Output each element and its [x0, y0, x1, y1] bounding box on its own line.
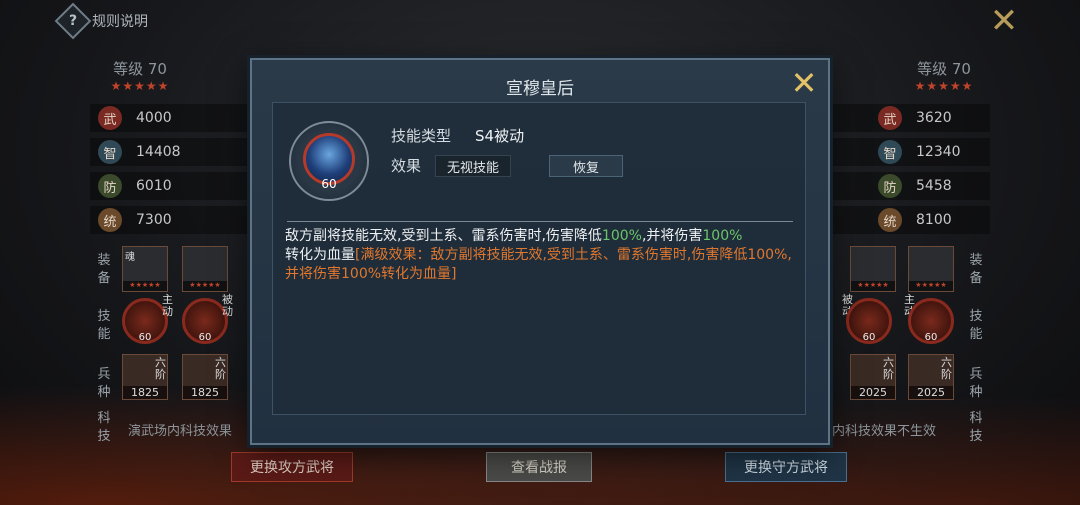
restore-chip[interactable]: 恢复: [549, 155, 623, 177]
modal-body: 60 技能类型 S4被动 效果 无视技能 恢复 敌方副将技能无效,受到土系、雷系…: [272, 102, 806, 415]
left-stat-intellect: 智 14408: [90, 138, 250, 166]
right-troop-label: 兵种: [969, 367, 983, 400]
right-stat-force: 武 3620: [830, 104, 990, 132]
right-stars: ★★★★★: [914, 79, 974, 93]
left-stars: ★★★★★: [110, 79, 170, 93]
skill-type-label: 技能类型: [391, 127, 452, 145]
modal-close-icon[interactable]: ✕: [788, 67, 820, 100]
right-skill-passive[interactable]: 60: [846, 298, 892, 344]
rules-help-link[interactable]: ? 规则说明: [54, 2, 148, 40]
right-equip-slot[interactable]: ★★★★★: [850, 246, 896, 292]
right-troop-slot[interactable]: 六阶 2025: [850, 354, 896, 400]
skill-type-value: S4被动: [475, 127, 525, 145]
left-stat-defense: 防 6010: [90, 172, 250, 200]
rules-help-label: 规则说明: [92, 14, 148, 30]
right-stat-defense: 防 5458: [830, 172, 990, 200]
left-troop-label: 兵种: [97, 367, 111, 400]
right-footnote: 内科技效果不生效: [832, 424, 937, 439]
change-defender-button[interactable]: 更换守方武将: [725, 452, 847, 482]
right-tech-label: 科技: [969, 411, 983, 444]
left-equip-slot[interactable]: ★★★★★: [182, 246, 228, 292]
right-equip-label: 装备: [969, 253, 983, 286]
close-icon[interactable]: ✕: [988, 4, 1020, 38]
effect-label: 效果: [391, 157, 422, 175]
right-skill-label: 技能: [969, 309, 983, 342]
right-level: 等级 70 ★★★★★: [896, 58, 992, 93]
divider: [287, 221, 793, 222]
left-equip-slot[interactable]: 魂 ★★★★★: [122, 246, 168, 292]
left-stat-command: 统 7300: [90, 206, 250, 234]
left-footnote: 演武场内科技效果: [128, 424, 233, 439]
right-skill-active[interactable]: 60: [908, 298, 954, 344]
skill-description: 敌方副将技能无效,受到土系、雷系伤害时,伤害降低100%,并将伤害100% 转化…: [285, 228, 792, 282]
left-troop-slot[interactable]: 六阶 1825: [122, 354, 168, 400]
right-troop-slot[interactable]: 六阶 2025: [908, 354, 954, 400]
question-icon: ?: [54, 2, 92, 40]
right-equip-slot[interactable]: ★★★★★: [908, 246, 954, 292]
change-attacker-button[interactable]: 更换攻方武将: [231, 452, 353, 482]
left-skill-tag: 被动: [222, 293, 233, 318]
skill-portrait-ring: 60: [289, 121, 369, 201]
left-stat-force: 武 4000: [90, 104, 250, 132]
left-tech-label: 科技: [97, 411, 111, 444]
left-troop-slot[interactable]: 六阶 1825: [182, 354, 228, 400]
effect-chip: 无视技能: [435, 155, 511, 177]
view-battle-report-button[interactable]: 查看战报: [486, 452, 592, 482]
left-skill-label: 技能: [97, 309, 111, 342]
left-skill-tag: 主动: [162, 293, 173, 318]
left-level: 等级 70 ★★★★★: [92, 58, 188, 93]
left-equip-label: 装备: [97, 253, 111, 286]
right-stat-intellect: 智 12340: [830, 138, 990, 166]
modal-title: 宣穆皇后: [506, 79, 574, 99]
skill-portrait-level: 60: [321, 177, 337, 191]
right-stat-command: 统 8100: [830, 206, 990, 234]
skill-detail-modal: 宣穆皇后 ✕ 60 技能类型 S4被动 效果 无视技能 恢复 敌方副将技能无效,…: [250, 58, 830, 445]
